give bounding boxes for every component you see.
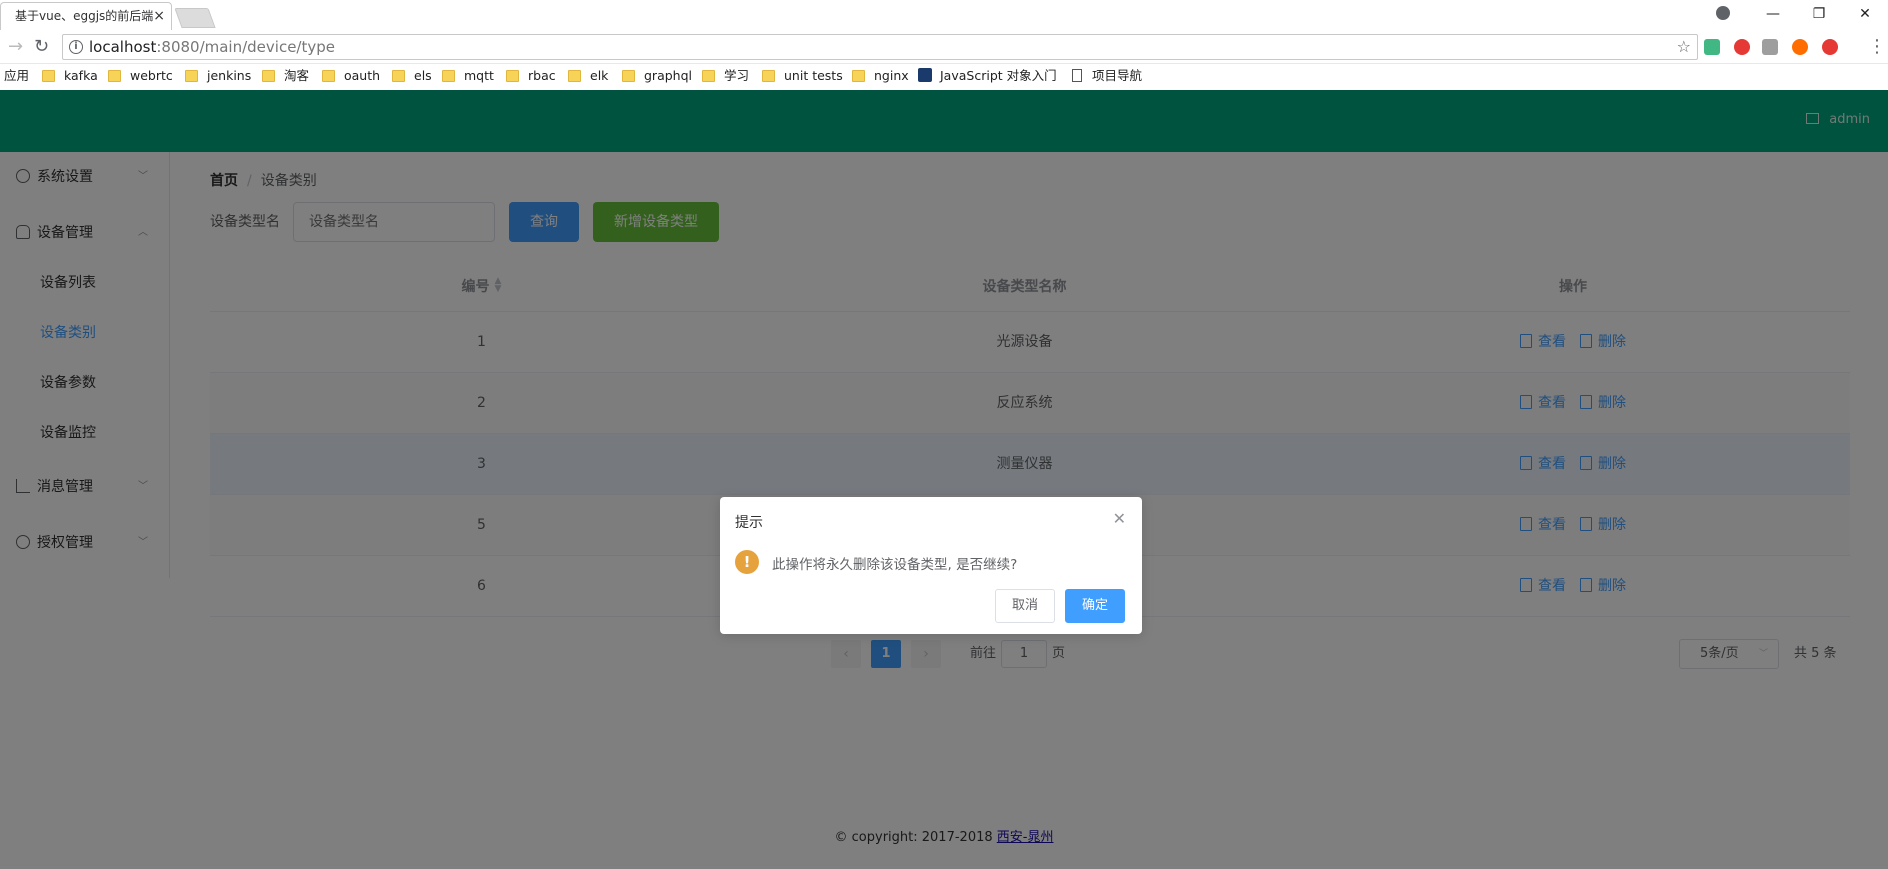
new-tab-button[interactable] <box>174 8 216 28</box>
folder-icon <box>442 70 455 82</box>
browser-toolbar: → ↻ i localhost:8080/main/device/type ☆ … <box>0 30 1888 64</box>
js-site-icon <box>918 68 932 82</box>
confirm-dialog: 提示 ✕ ! 此操作将永久删除该设备类型, 是否继续? 取消 确定 <box>720 497 1142 634</box>
folder-icon <box>108 70 121 82</box>
restore-button[interactable]: ❐ <box>1796 2 1842 26</box>
bookmark-item[interactable]: rbac <box>506 64 556 88</box>
tab-title: 基于vue、eggjs的前后端 <box>15 9 154 23</box>
bookmark-item[interactable]: webrtc <box>108 64 173 88</box>
account-icon[interactable] <box>1716 6 1730 20</box>
bookmark-apps[interactable]: 应用 <box>4 64 29 88</box>
address-bar[interactable]: i localhost:8080/main/device/type ☆ <box>62 34 1698 60</box>
info-icon[interactable]: i <box>69 40 83 54</box>
extension-icon[interactable] <box>1762 39 1778 55</box>
extension-icon[interactable] <box>1792 39 1808 55</box>
extension-icon[interactable] <box>1734 39 1750 55</box>
bookmark-item[interactable]: kafka <box>42 64 98 88</box>
close-window-button[interactable]: ✕ <box>1842 2 1888 26</box>
url-text: localhost:8080/main/device/type <box>89 38 335 56</box>
folder-icon <box>622 70 635 82</box>
browser-titlebar: 基于vue、eggjs的前后端 × — ❐ ✕ <box>0 0 1888 30</box>
folder-icon <box>322 70 335 82</box>
bookmark-item[interactable]: jenkins <box>185 64 251 88</box>
close-icon[interactable]: ✕ <box>1113 509 1126 528</box>
vue-devtools-icon[interactable] <box>1704 39 1720 55</box>
folder-icon <box>568 70 581 82</box>
confirm-button[interactable]: 确定 <box>1065 589 1125 623</box>
minimize-button[interactable]: — <box>1750 2 1796 26</box>
back-icon[interactable]: → <box>8 35 23 59</box>
folder-icon <box>392 70 405 82</box>
folder-icon <box>506 70 519 82</box>
folder-icon <box>185 70 198 82</box>
browser-menu-icon[interactable]: ⋮ <box>1868 36 1886 57</box>
dialog-message: 此操作将永久删除该设备类型, 是否继续? <box>772 557 1018 573</box>
folder-icon <box>852 70 865 82</box>
bookmark-star-icon[interactable]: ☆ <box>1677 35 1691 59</box>
bookmark-item[interactable]: 学习 <box>702 64 749 88</box>
bookmark-item[interactable]: unit tests <box>762 64 843 88</box>
modal-overlay[interactable] <box>0 90 1888 869</box>
bookmark-item[interactable]: els <box>392 64 432 88</box>
cancel-button[interactable]: 取消 <box>995 589 1055 623</box>
bookmark-item[interactable]: oauth <box>322 64 380 88</box>
page-icon <box>1072 69 1082 82</box>
bookmark-item[interactable]: graphql <box>622 64 692 88</box>
warning-icon: ! <box>735 550 759 574</box>
bookmark-item[interactable]: elk <box>568 64 608 88</box>
folder-icon <box>762 70 775 82</box>
reload-icon[interactable]: ↻ <box>34 35 49 59</box>
extension-icon[interactable] <box>1822 39 1838 55</box>
folder-icon <box>42 70 55 82</box>
dialog-title: 提示 <box>735 515 763 531</box>
bookmark-item[interactable]: 项目导航 <box>1072 64 1142 88</box>
folder-icon <box>262 70 275 82</box>
tab-close-icon[interactable]: × <box>153 3 165 29</box>
bookmark-item[interactable]: nginx <box>852 64 909 88</box>
bookmark-item[interactable]: mqtt <box>442 64 494 88</box>
browser-tab[interactable]: 基于vue、eggjs的前后端 × <box>0 2 172 30</box>
folder-icon <box>702 70 715 82</box>
bookmark-item[interactable]: JavaScript 对象入门 <box>918 64 1057 88</box>
bookmarks-bar: 应用 kafka webrtc jenkins 淘客 oauth els mqt… <box>0 64 1888 90</box>
bookmark-item[interactable]: 淘客 <box>262 64 309 88</box>
